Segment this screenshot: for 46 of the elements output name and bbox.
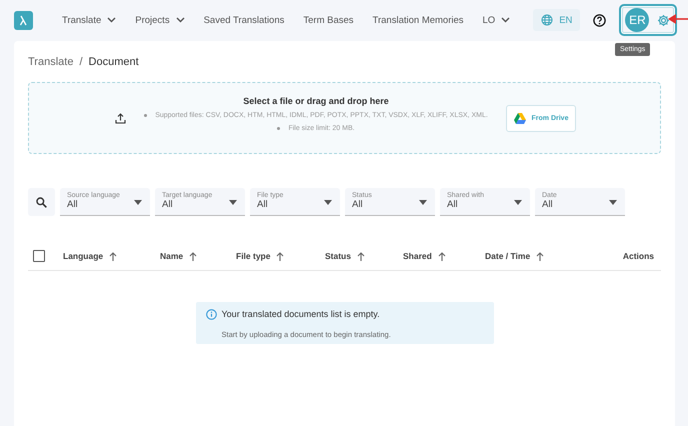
dropdown-arrow-icon <box>134 200 142 205</box>
sort-arrow-icon[interactable] <box>536 252 544 260</box>
drive-icon <box>514 112 526 124</box>
column-header[interactable]: Status <box>325 251 351 261</box>
drop-zone-title: Select a file or drag and drop here <box>243 96 389 106</box>
empty-state-title: Your translated documents list is empty. <box>222 309 381 321</box>
nav-item[interactable]: LO <box>482 14 510 26</box>
bullet-icon <box>144 114 148 117</box>
nav-item[interactable]: Projects <box>135 14 185 26</box>
chevron-down-icon <box>107 17 116 23</box>
nav-item[interactable]: Translate <box>62 14 116 26</box>
breadcrumb-item: Document <box>88 56 139 68</box>
breadcrumb-item[interactable]: Translate <box>28 56 74 68</box>
sort-arrow-icon[interactable] <box>276 252 284 260</box>
select-all-checkbox[interactable] <box>33 250 45 262</box>
sort-arrow-icon[interactable] <box>438 252 446 260</box>
dropdown-arrow-icon <box>514 200 522 205</box>
chevron-down-icon <box>501 17 510 23</box>
sort-arrow-icon[interactable] <box>109 252 118 260</box>
column-header[interactable]: File type <box>236 251 270 261</box>
sort-arrow-icon[interactable] <box>189 252 198 260</box>
column-header[interactable]: Name <box>160 251 184 261</box>
dropdown-arrow-icon <box>609 200 617 205</box>
settings-icon[interactable] <box>657 14 670 26</box>
info-icon <box>206 309 216 320</box>
dropdown-arrow-icon <box>419 200 427 205</box>
bullet-icon <box>277 127 280 130</box>
globe-icon <box>541 14 554 26</box>
sort-arrow-icon[interactable] <box>356 252 365 260</box>
help-icon[interactable] <box>593 14 606 26</box>
chevron-down-icon <box>176 17 185 23</box>
nav-item[interactable]: Term Bases <box>303 14 354 26</box>
column-header: Actions <box>622 251 654 261</box>
upload-icon <box>115 112 126 124</box>
search-button[interactable] <box>28 188 55 216</box>
column-header[interactable]: Shared <box>403 251 432 261</box>
dropdown-arrow-icon <box>324 200 332 205</box>
breadcrumb-separator: / <box>79 56 83 68</box>
column-header[interactable]: Language <box>63 251 104 261</box>
column-header[interactable]: Date / Time <box>485 251 530 261</box>
logo[interactable] <box>14 10 33 30</box>
dropdown-arrow-icon <box>229 200 237 205</box>
search-icon <box>36 196 47 208</box>
nav-item[interactable]: Saved Translations <box>204 14 284 26</box>
annotation-arrow <box>668 13 688 25</box>
nav-item[interactable]: Translation Memories <box>372 14 464 26</box>
